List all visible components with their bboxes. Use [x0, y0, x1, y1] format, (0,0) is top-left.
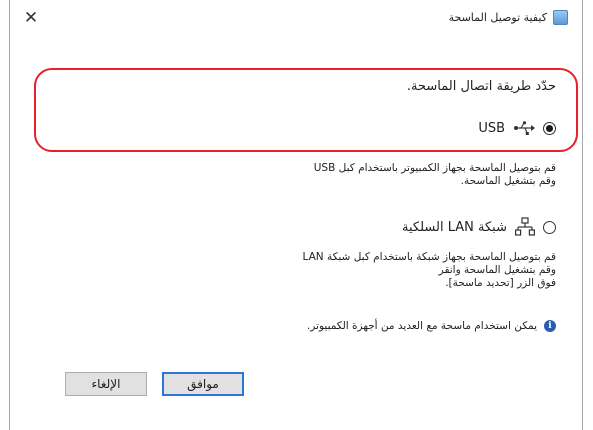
lan-description-line: وقم بتشغيل الماسحة وانقر — [438, 264, 556, 276]
option-lan[interactable]: شبكة LAN السلكية — [402, 217, 556, 237]
radio-usb[interactable] — [543, 121, 556, 135]
usb-description-line: وقم بتشغيل الماسحة. — [460, 175, 556, 187]
close-icon: ✕ — [23, 8, 39, 28]
usb-description: قم بتوصيل الماسحة بجهاز الكمبيوتر باستخد… — [156, 162, 556, 188]
usb-description-line: قم بتوصيل الماسحة بجهاز الكمبيوتر باستخد… — [313, 162, 556, 174]
option-usb[interactable]: USB — [478, 120, 556, 136]
title-group: كيفية توصيل الماسحة — [449, 10, 568, 25]
info-text: يمكن استخدام ماسحة مع العديد من أجهزة ال… — [306, 320, 537, 332]
option-lan-label: شبكة LAN السلكية — [402, 219, 507, 235]
dialog-window: ✕ كيفية توصيل الماسحة حدّد طريقة اتصال ا… — [9, 0, 583, 430]
close-button[interactable]: ✕ — [20, 7, 42, 29]
dialog-content: حدّد طريقة اتصال الماسحة. USB قم بتوصيل … — [10, 38, 582, 430]
cancel-button[interactable]: الإلغاء — [65, 372, 147, 396]
lan-description-line: قم بتوصيل الماسحة بجهاز شبكة باستخدام كب… — [302, 251, 556, 263]
network-icon — [515, 217, 535, 236]
connection-heading: حدّد طريقة اتصال الماسحة. — [406, 79, 556, 94]
lan-description: قم بتوصيل الماسحة بجهاز شبكة باستخدام كب… — [156, 251, 556, 290]
window-title: كيفية توصيل الماسحة — [448, 11, 547, 24]
app-icon — [553, 10, 568, 25]
usb-icon — [514, 121, 535, 135]
title-bar: ✕ كيفية توصيل الماسحة — [10, 0, 582, 38]
info-note: i يمكن استخدام ماسحة مع العديد من أجهزة … — [307, 320, 556, 332]
radio-lan[interactable] — [543, 220, 556, 234]
ok-button[interactable]: موافق — [162, 372, 244, 396]
lan-description-line: فوق الزر [تحديد ماسحة]. — [445, 277, 556, 289]
info-icon: i — [544, 320, 556, 332]
option-usb-label: USB — [478, 120, 505, 136]
